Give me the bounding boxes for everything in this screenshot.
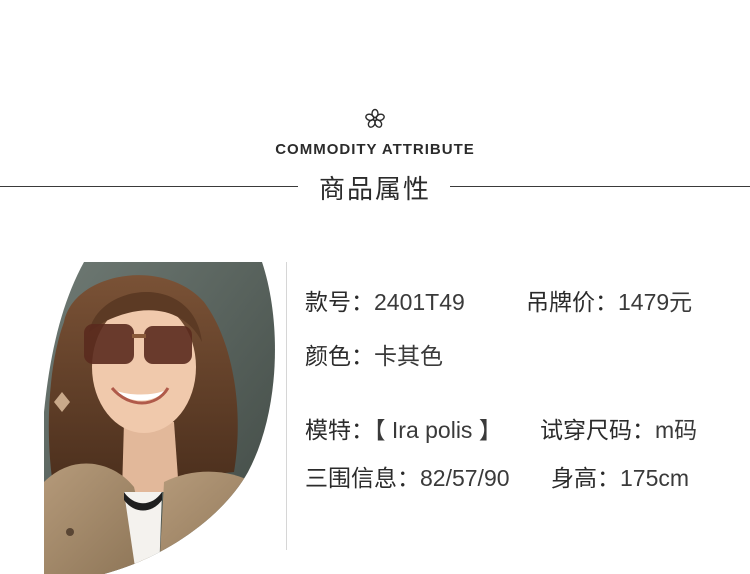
height-label: 身高：	[551, 465, 620, 491]
model-photo	[44, 262, 275, 574]
style-number: 款号：2401T49	[305, 283, 465, 317]
trial-size-value: m码	[655, 417, 698, 443]
title-rule-right	[450, 186, 750, 187]
color: 颜色：卡其色	[305, 337, 443, 371]
measurements-value: 82/57/90	[420, 465, 510, 491]
section-title-en: COMMODITY ATTRIBUTE	[275, 141, 475, 158]
tag-price: 吊牌价：1479元	[526, 283, 692, 317]
model-label: 模特：	[305, 417, 374, 443]
color-label: 颜色：	[305, 343, 374, 369]
trial-size-label: 试穿尺码：	[540, 417, 655, 443]
style-number-label: 款号：	[305, 289, 374, 315]
measurements: 三围信息：82/57/90	[305, 459, 510, 493]
height-value: 175cm	[620, 465, 690, 491]
measurements-label: 三围信息：	[305, 465, 420, 491]
section-title-cn: 商品属性	[318, 174, 431, 204]
model-name: 模特：【 Ira polis 】	[305, 411, 502, 445]
title-rule-left	[0, 186, 298, 187]
tag-price-value: 1479元	[618, 289, 693, 315]
flower-icon	[365, 108, 385, 128]
color-value: 卡其色	[374, 343, 443, 369]
height: 身高：175cm	[551, 459, 689, 493]
vertical-divider	[286, 262, 287, 550]
trial-size: 试穿尺码：m码	[540, 411, 697, 445]
style-number-value: 2401T49	[374, 289, 465, 315]
model-value: 【 Ira polis 】	[374, 417, 502, 443]
tag-price-label: 吊牌价：	[526, 289, 618, 315]
